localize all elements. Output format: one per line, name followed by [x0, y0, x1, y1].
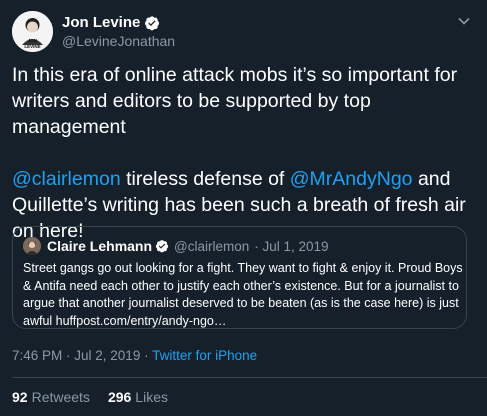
tweet-timestamp[interactable]: 7:46 PM · Jul 2, 2019 ·	[12, 348, 152, 363]
retweets-count: 92	[12, 389, 28, 405]
quoted-author-handle: @clairlemon	[174, 238, 250, 254]
chevron-down-icon[interactable]	[457, 14, 471, 28]
retweets-label: Retweets	[31, 389, 90, 405]
svg-text:JON: JON	[28, 38, 37, 43]
likes-stat[interactable]: 296 Likes	[108, 389, 168, 405]
tweet-stats: 92 Retweets 296 Likes	[12, 389, 186, 405]
mention-link-clairlemon[interactable]: @clairlemon	[12, 168, 121, 190]
quoted-tweet[interactable]: Claire Lehmann @clairlemon · Jul 1, 2019…	[12, 226, 467, 329]
likes-count: 296	[107, 389, 132, 405]
svg-text:LEVINE: LEVINE	[24, 44, 40, 49]
author-display-name[interactable]: Jon Levine	[62, 14, 140, 31]
quoted-tweet-text: Street gangs go out looking for a fight.…	[23, 261, 463, 328]
tweet-paragraph-1: In this era of online attack mobs it’s s…	[12, 64, 458, 138]
tweet-source-link[interactable]: Twitter for iPhone	[152, 348, 257, 363]
divider	[12, 377, 487, 378]
quoted-author-avatar	[23, 237, 41, 255]
tweet-meta: 7:46 PM · Jul 2, 2019 · Twitter for iPho…	[12, 348, 257, 363]
quoted-tweet-date: · Jul 1, 2019	[254, 238, 329, 254]
retweets-stat[interactable]: 92 Retweets	[12, 389, 90, 405]
quoted-tweet-header: Claire Lehmann @clairlemon · Jul 1, 2019	[23, 237, 329, 255]
tweet-card: JON LEVINE Jon Levine @LevineJonathan In…	[0, 0, 487, 416]
author-avatar[interactable]: JON LEVINE	[12, 11, 53, 52]
quoted-author-name: Claire Lehmann	[47, 238, 153, 254]
verified-badge-icon	[155, 239, 169, 253]
verified-badge-icon	[144, 15, 160, 31]
author-name-row: Jon Levine	[62, 14, 160, 31]
mention-link-mrandyngo[interactable]: @MrAndyNgo	[290, 168, 413, 190]
author-handle[interactable]: @LevineJonathan	[62, 33, 175, 49]
tweet-body: In this era of online attack mobs it’s s…	[12, 62, 480, 244]
likes-label: Likes	[135, 389, 168, 405]
tweet-text-segment: tireless defense of	[120, 168, 290, 190]
